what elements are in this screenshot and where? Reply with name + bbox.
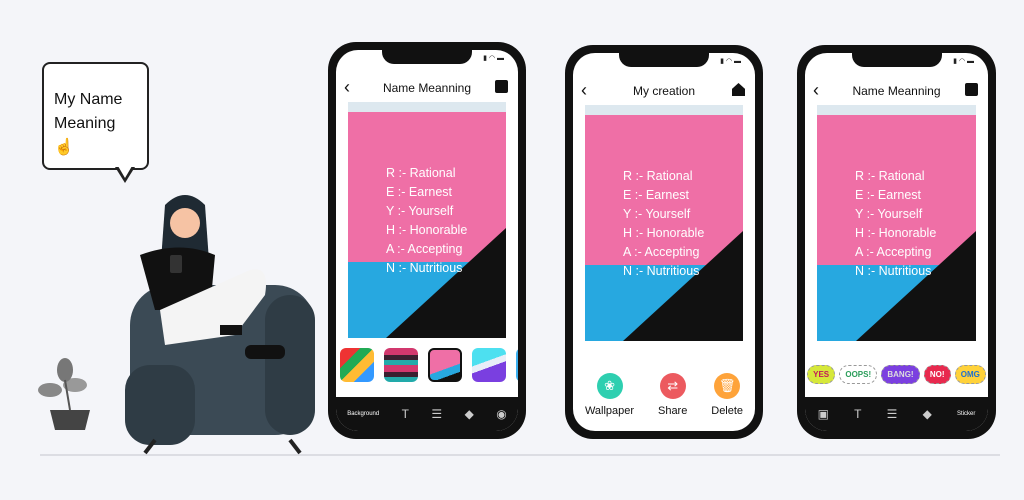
background-thumb-selected[interactable]	[428, 348, 462, 382]
letter-r: R :- Rational	[855, 169, 925, 183]
fill-color-icon[interactable]: ◆	[923, 407, 932, 421]
sticker-bang[interactable]: BANG!	[881, 365, 920, 384]
creation-image: R :- Rational E :- Earnest Y :- Yourself…	[585, 105, 743, 341]
palette-icon[interactable]: ◉	[496, 407, 506, 421]
editor-toolbar: Background T ☰ ◆ ◉	[336, 397, 518, 431]
editor-toolbar: ▣ T ☰ ◆ Sticker	[805, 397, 988, 431]
save-icon[interactable]	[965, 83, 978, 96]
face	[170, 208, 200, 238]
letter-h: H :- Honorable	[623, 226, 705, 240]
shoe	[245, 345, 285, 359]
letter-a: A :- Accepting	[386, 242, 463, 256]
sticker-oops[interactable]: OOPS!	[839, 365, 878, 384]
phone-my-creation: ▮ ◠ ▬ ‹ My creation R :- Rational E :- E…	[565, 45, 763, 439]
text-align-icon[interactable]: ☰	[431, 407, 442, 421]
creation-actions: ❀ Wallpaper ⇄ Share 🗑 Delete	[573, 373, 755, 417]
text-align-icon[interactable]: ☰	[887, 407, 898, 421]
letter-e: E :- Earnest	[855, 188, 921, 202]
sticker-yes[interactable]: YES	[807, 365, 836, 384]
share-label: Share	[657, 405, 688, 417]
tab-background[interactable]: Background	[347, 411, 379, 417]
sticker-list: YES OOPS! BANG! NO! OMG	[805, 365, 988, 384]
fill-color-icon[interactable]: ◆	[465, 407, 474, 421]
letter-r: R :- Rational	[386, 166, 456, 180]
status-icons: ▮ ◠ ▬	[720, 58, 741, 65]
notch	[851, 53, 942, 67]
name-meaning-list: R :- Rational E :- Earnest Y :- Yourself…	[386, 164, 467, 278]
tab-sticker[interactable]: Sticker	[957, 411, 975, 417]
letter-y: Y :- Yourself	[386, 204, 454, 218]
bubble-tail-inner	[118, 166, 132, 178]
background-thumb[interactable]	[472, 348, 506, 382]
plant-pot	[50, 410, 90, 430]
background-thumb[interactable]	[340, 348, 374, 382]
plant-leaf	[38, 383, 62, 397]
armchair-arm-right	[265, 295, 315, 435]
screen-title: Name Meanning	[852, 84, 941, 98]
phone-name-meaning-sticker: ▮ ◠ ▬ ‹ Name Meanning R :- Rational E :-…	[797, 45, 996, 439]
wallpaper-label: Wallpaper	[584, 405, 635, 417]
share-icon: ⇄	[659, 373, 686, 399]
delete-label: Delete	[711, 405, 744, 417]
letter-y: Y :- Yourself	[855, 207, 923, 221]
wallpaper-icon: ❀	[596, 373, 623, 399]
letter-n: N :- Nutritious	[386, 261, 463, 275]
letter-a: A :- Accepting	[623, 245, 700, 259]
name-meaning-list: R :- Rational E :- Earnest Y :- Yourself…	[855, 167, 936, 281]
phone-name-meaning-background: ▮ ◠ ▬ ‹ Name Meanning R :- Rational E :-…	[328, 42, 526, 439]
status-icons: ▮ ◠ ▬	[953, 58, 974, 65]
name-meaning-image: R :- Rational E :- Earnest Y :- Yourself…	[817, 105, 976, 341]
letter-a: A :- Accepting	[855, 245, 932, 259]
letter-n: N :- Nutritious	[623, 264, 700, 278]
background-thumb[interactable]	[384, 348, 418, 382]
letter-e: E :- Earnest	[623, 188, 689, 202]
letter-h: H :- Honorable	[386, 223, 468, 237]
letter-h: H :- Honorable	[855, 226, 937, 240]
phone-in-hand	[170, 255, 182, 273]
screen-title: Name Meanning	[382, 81, 472, 95]
woman-armchair-illustration	[38, 195, 315, 455]
background-thumbnails	[336, 348, 518, 382]
pointing-hand-icon: ☝	[54, 139, 74, 156]
letter-n: N :- Nutritious	[855, 264, 932, 278]
name-meaning-list: R :- Rational E :- Earnest Y :- Yourself…	[623, 167, 704, 281]
speech-bubble: My Name Meaning ☝	[42, 62, 149, 170]
share-button[interactable]: ⇄ Share	[658, 373, 687, 417]
delete-button[interactable]: 🗑 Delete	[711, 373, 743, 417]
letter-y: Y :- Yourself	[623, 207, 691, 221]
background-thumb[interactable]	[516, 348, 518, 382]
notch	[619, 53, 709, 67]
text-icon[interactable]: T	[402, 407, 409, 421]
screen-title: My creation	[632, 84, 696, 98]
image-icon[interactable]: ▣	[818, 407, 829, 421]
letter-e: E :- Earnest	[386, 185, 452, 199]
sticker-omg[interactable]: OMG	[954, 365, 986, 384]
armchair-arm-left	[125, 365, 195, 445]
notch	[382, 50, 472, 64]
bubble-line-1: My Name	[54, 91, 123, 108]
sticker-no[interactable]: NO!	[923, 365, 951, 384]
name-meaning-image: R :- Rational E :- Earnest Y :- Yourself…	[348, 102, 506, 338]
save-icon[interactable]	[495, 80, 508, 93]
text-icon[interactable]: T	[854, 407, 861, 421]
status-icons: ▮ ◠ ▬	[483, 55, 504, 62]
letter-r: R :- Rational	[623, 169, 693, 183]
bubble-line-2: Meaning ☝	[54, 115, 116, 156]
wallpaper-button[interactable]: ❀ Wallpaper	[585, 373, 634, 417]
trash-icon: 🗑	[714, 373, 741, 399]
